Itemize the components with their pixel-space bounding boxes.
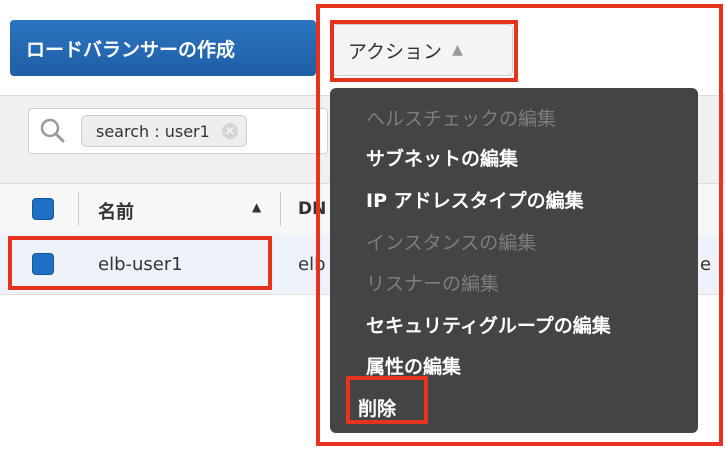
column-header-name[interactable]: 名前 xyxy=(98,198,134,224)
column-divider xyxy=(78,192,79,226)
search-filter-chip: search : user1 ✕ xyxy=(81,115,247,147)
highlight-frame-actions-button xyxy=(330,20,518,82)
remove-filter-icon[interactable]: ✕ xyxy=(221,123,238,139)
column-divider xyxy=(280,192,281,226)
search-chip-label: search : user1 xyxy=(96,121,210,141)
search-input[interactable]: search : user1 ✕ xyxy=(28,108,328,154)
search-icon xyxy=(40,118,65,143)
create-load-balancer-label: ロードバランサーの作成 xyxy=(26,38,236,61)
sort-ascending-icon[interactable]: ▲ xyxy=(252,200,261,214)
select-all-checkbox[interactable] xyxy=(32,198,54,220)
highlight-frame-row xyxy=(8,236,272,290)
create-load-balancer-button[interactable]: ロードバランサーの作成 xyxy=(10,20,316,76)
highlight-frame-delete xyxy=(346,376,428,424)
